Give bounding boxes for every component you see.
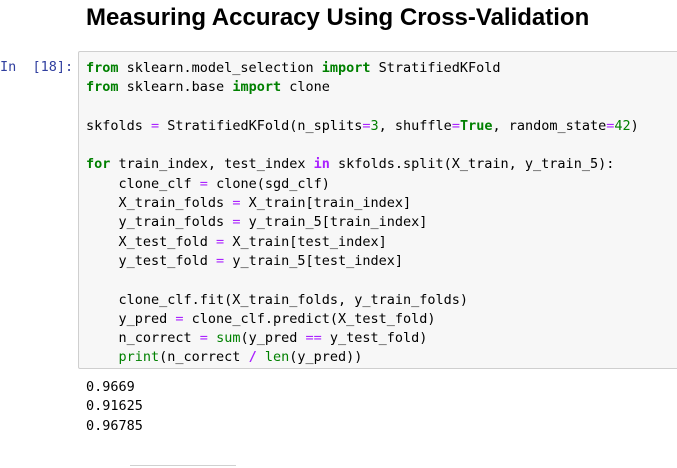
code-token: import <box>321 60 371 76</box>
code-token: train_index, test_index <box>110 156 314 173</box>
code-line: y_test_fold = y_train_5[test_index] <box>86 252 639 271</box>
code-token: / <box>248 349 257 366</box>
code-token: ) <box>630 117 639 134</box>
output-line: 0.9669 <box>86 379 135 395</box>
code-line: for train_index, test_index in skfolds.s… <box>86 155 639 174</box>
code-token: clone_clf.predict(X_test_fold) <box>183 310 436 327</box>
code-token: y_pred <box>86 310 176 327</box>
code-token: = <box>151 117 160 134</box>
code-token: X_train[test_index] <box>224 233 387 250</box>
code-token: n_correct <box>86 330 200 347</box>
code-line: from sklearn.base import clone <box>86 78 639 97</box>
code-token: , random_state <box>492 117 607 134</box>
code-token: y_test_fold <box>86 252 217 269</box>
code-token: y_train_5[train_index] <box>240 214 428 231</box>
code-line: y_train_folds = y_train_5[train_index] <box>86 213 639 232</box>
code-line: clone_clf = clone(sgd_clf) <box>86 175 639 194</box>
code-cell-input[interactable]: from sklearn.model_selection import Stra… <box>78 51 677 369</box>
code-token: skfolds <box>86 117 152 134</box>
code-token: y_train_5[test_index] <box>224 252 403 269</box>
code-token: (n_correct <box>159 349 249 366</box>
code-line: n_correct = sum(y_pred == y_test_fold) <box>86 329 639 348</box>
code-token: = <box>216 233 225 250</box>
code-token: == <box>305 330 322 347</box>
code-token: StratifiedKFold <box>370 60 501 76</box>
code-token: y_test_fold) <box>321 330 428 347</box>
code-token: X_train_folds <box>86 195 233 212</box>
code-token: 42 <box>614 117 631 134</box>
code-token: sklearn.model_selection <box>118 60 322 76</box>
code-token: clone(sgd_clf) <box>207 175 330 192</box>
output-line: 0.96785 <box>86 417 143 434</box>
code-line: skfolds = StratifiedKFold(n_splits=3, sh… <box>86 117 639 136</box>
code-token: from <box>86 60 119 76</box>
code-token: in <box>313 156 330 173</box>
next-cell-edge <box>130 465 236 466</box>
code-token: StratifiedKFold(n_splits <box>159 117 363 134</box>
code-token: (y_pred <box>240 330 306 347</box>
code-line: clone_clf.fit(X_train_folds, y_train_fol… <box>86 291 639 310</box>
code-token: (y_pred)) <box>289 349 363 366</box>
code-token: for <box>86 156 111 173</box>
code-line: X_train_folds = X_train[train_index] <box>86 194 639 213</box>
code-token: len <box>264 349 290 366</box>
code-token: X_train[train_index] <box>240 195 412 212</box>
section-heading: Measuring Accuracy Using Cross-Validatio… <box>86 4 590 31</box>
code-token: = <box>451 117 460 134</box>
code-line: print(n_correct / len(y_pred)) <box>86 348 639 367</box>
code-token: sklearn.base <box>118 79 233 96</box>
code-token: print <box>118 349 160 366</box>
code-token: skfolds.split(X_train, y_train_5): <box>329 156 615 173</box>
code-line: from sklearn.model_selection import Stra… <box>86 59 639 78</box>
code-token: , shuffle <box>378 117 452 134</box>
code-token: from <box>86 79 119 96</box>
code-editor[interactable]: from sklearn.model_selection import Stra… <box>86 59 639 368</box>
code-token: import <box>232 79 282 96</box>
output-line: 0.91625 <box>86 398 143 415</box>
code-token: = <box>362 117 371 134</box>
code-token: True <box>459 117 493 134</box>
code-line: y_pred = clone_clf.predict(X_test_fold) <box>86 310 639 329</box>
code-token: sum <box>216 330 241 347</box>
code-token: clone_clf.fit(X_train_folds, y_train_fol… <box>86 291 469 308</box>
code-token: X_test_fold <box>86 233 217 250</box>
cell-prompt: In [18]: <box>0 59 74 75</box>
code-token: clone <box>281 79 330 96</box>
cell-output: 0.9669 0.91625 0.96785 <box>86 378 143 436</box>
code-token: 3 <box>370 117 379 134</box>
code-token: = <box>199 175 208 192</box>
code-token: = <box>216 252 225 269</box>
code-token: = <box>199 330 208 347</box>
code-token: y_train_folds <box>86 214 233 231</box>
code-token: clone_clf <box>86 175 200 192</box>
code-token: = <box>175 310 184 327</box>
code-line: X_test_fold = X_train[test_index] <box>86 233 639 252</box>
